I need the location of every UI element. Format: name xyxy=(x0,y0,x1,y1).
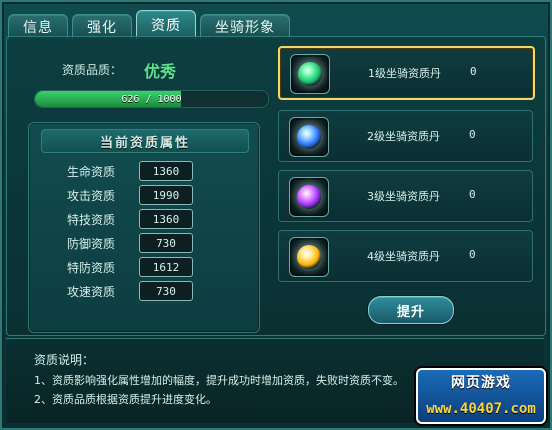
mount-quality-window: 信息 强化 资质 坐骑形象 资质品质： 优秀 626 / 1000 当前资质属性… xyxy=(0,0,552,430)
description-title: 资质说明： xyxy=(34,353,95,367)
attr-name-defense: 防御资质 xyxy=(67,237,116,251)
item-name-4: 4级坐骑资质丹 xyxy=(367,250,440,263)
attr-value-attack: 1990 xyxy=(139,185,193,205)
attr-name-attack: 攻击资质 xyxy=(67,189,116,203)
mount-pill-green-icon xyxy=(290,54,330,94)
item-slot-4[interactable]: 4级坐骑资质丹 0 xyxy=(278,230,533,282)
description-line-2: 2、资质品质根据资质提升进度变化。 xyxy=(34,393,217,406)
attr-value-attack-speed: 730 xyxy=(139,281,193,301)
attr-value-defense: 730 xyxy=(139,233,193,253)
attr-name-special-attack: 特技资质 xyxy=(67,213,116,227)
item-count-2: 0 xyxy=(469,128,476,141)
tab-quality-label: 资质 xyxy=(151,18,181,34)
attr-name-hp: 生命资质 xyxy=(67,165,116,179)
item-count-1: 0 xyxy=(470,65,477,78)
current-attributes-panel: 当前资质属性 生命资质 1360 攻击资质 1990 特技资质 1360 防御资… xyxy=(28,122,260,333)
orb-blue xyxy=(297,125,321,149)
quality-progress-bar: 626 / 1000 xyxy=(34,90,269,108)
item-count-4: 0 xyxy=(469,248,476,261)
item-slot-3[interactable]: 3级坐骑资质丹 0 xyxy=(278,170,533,222)
item-count-3: 0 xyxy=(469,188,476,201)
quality-progress-text: 626 / 1000 xyxy=(121,93,182,105)
attr-row-defense: 防御资质 730 xyxy=(29,233,259,253)
quality-label: 资质品质： xyxy=(62,63,123,77)
watermark-bottom-text: www.40407.com xyxy=(426,401,536,417)
item-slot-1[interactable]: 1级坐骑资质丹 0 xyxy=(278,46,535,100)
mount-pill-gold-icon xyxy=(289,237,329,277)
item-name-3: 3级坐骑资质丹 xyxy=(367,190,440,203)
attr-value-special-defense: 1612 xyxy=(139,257,193,277)
description-line-1: 1、资质影响强化属性增加的幅度，提升成功时增加资质，失败时资质不变。 xyxy=(34,374,404,387)
orb-green xyxy=(298,62,322,86)
watermark-badge: 网页游戏 www.40407.com xyxy=(416,368,546,424)
quality-pills-panel: 1级坐骑资质丹 0 2级坐骑资质丹 0 3级坐骑资质丹 0 4级坐骑资质丹 0 … xyxy=(278,46,535,331)
attr-row-hp: 生命资质 1360 xyxy=(29,161,259,181)
tab-info-label: 信息 xyxy=(23,20,53,36)
attr-row-attack-speed: 攻速资质 730 xyxy=(29,281,259,301)
orb-purple xyxy=(297,185,321,209)
item-name-2: 2级坐骑资质丹 xyxy=(367,130,440,143)
attr-name-attack-speed: 攻速资质 xyxy=(67,285,116,299)
attr-value-special-attack: 1360 xyxy=(139,209,193,229)
tab-bar: 信息 强化 资质 坐骑形象 xyxy=(8,8,290,39)
mount-pill-blue-icon xyxy=(289,117,329,157)
attr-name-special-defense: 特防资质 xyxy=(67,261,116,275)
quality-value: 优秀 xyxy=(144,62,177,81)
tab-enhance-label: 强化 xyxy=(87,20,117,36)
watermark-top-text: 网页游戏 xyxy=(451,375,511,391)
upgrade-button[interactable]: 提升 xyxy=(368,296,454,324)
attr-row-attack: 攻击资质 1990 xyxy=(29,185,259,205)
quality-row: 资质品质： 优秀 xyxy=(18,58,268,81)
attr-row-special-defense: 特防资质 1612 xyxy=(29,257,259,277)
attr-row-special-attack: 特技资质 1360 xyxy=(29,209,259,229)
orb-gold xyxy=(297,245,321,269)
tab-mount-appearance-label: 坐骑形象 xyxy=(215,20,275,36)
item-name-1: 1级坐骑资质丹 xyxy=(368,67,441,80)
attr-value-hp: 1360 xyxy=(139,161,193,181)
item-slot-2[interactable]: 2级坐骑资质丹 0 xyxy=(278,110,533,162)
quality-panel: 资质品质： 优秀 626 / 1000 当前资质属性 生命资质 1360 攻击资… xyxy=(18,46,269,333)
current-attributes-title: 当前资质属性 xyxy=(41,129,249,153)
tab-quality[interactable]: 资质 xyxy=(136,10,196,39)
mount-pill-purple-icon xyxy=(289,177,329,217)
